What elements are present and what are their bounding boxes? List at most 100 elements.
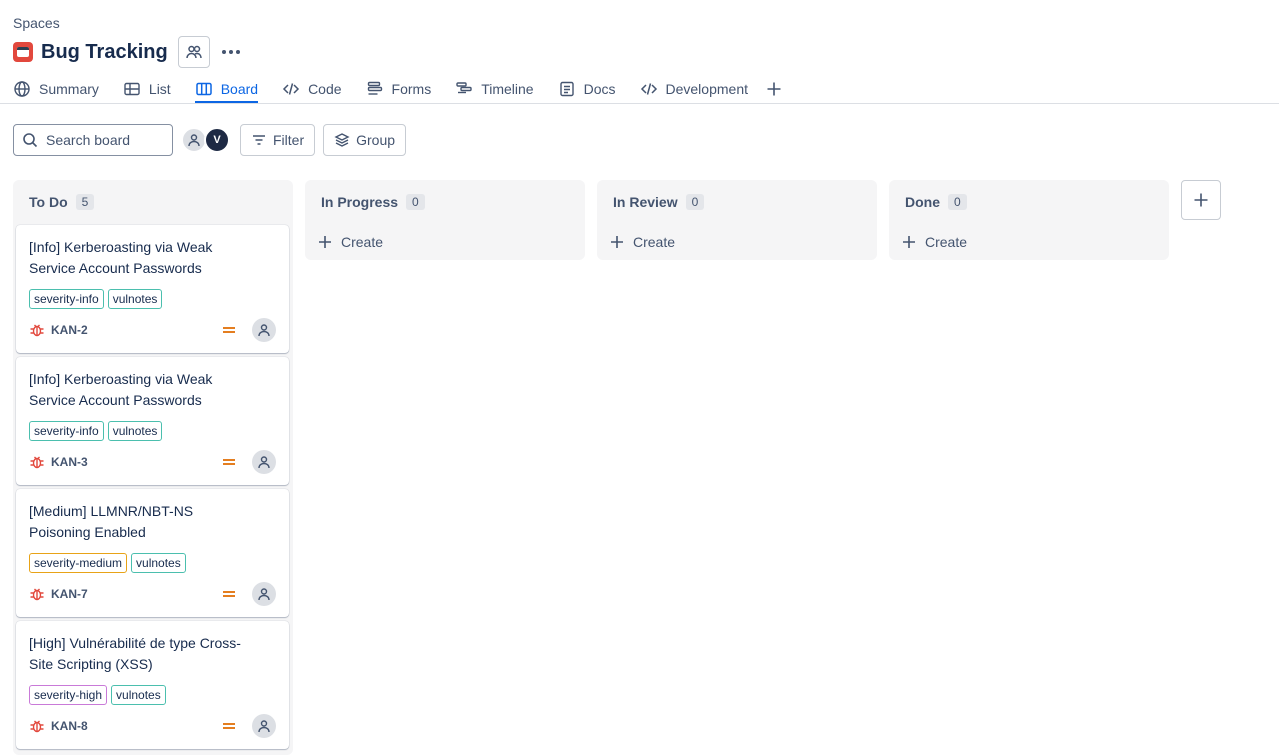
create-issue-button[interactable]: Create bbox=[597, 224, 877, 260]
search-input[interactable] bbox=[46, 132, 166, 148]
project-tabs: Summary List Board Code Forms Timeline D… bbox=[13, 74, 782, 103]
team-button[interactable] bbox=[177, 36, 210, 68]
project-calendar-icon bbox=[13, 42, 33, 62]
column-count: 0 bbox=[948, 194, 967, 210]
issue-footer: KAN-8 bbox=[29, 714, 276, 738]
issue-labels: severity-medium vulnotes bbox=[29, 553, 276, 573]
search-box[interactable] bbox=[13, 124, 173, 156]
column-done: Done 0 Create bbox=[889, 180, 1169, 260]
issue-labels: severity-info vulnotes bbox=[29, 289, 276, 309]
list-table-icon bbox=[124, 82, 140, 95]
assignee-avatar[interactable] bbox=[252, 714, 276, 738]
tab-list[interactable]: List bbox=[123, 74, 171, 103]
tab-docs[interactable]: Docs bbox=[558, 74, 616, 103]
plus-icon bbox=[767, 82, 781, 95]
label-tag: severity-info bbox=[29, 289, 104, 309]
tab-code[interactable]: Code bbox=[282, 74, 342, 103]
layers-icon bbox=[334, 133, 350, 147]
tab-label: Code bbox=[308, 80, 342, 97]
tab-label: Summary bbox=[39, 80, 99, 97]
plus-icon bbox=[1194, 193, 1208, 207]
globe-icon bbox=[14, 80, 30, 97]
issue-card[interactable]: [Info] Kerberoasting via Weak Service Ac… bbox=[16, 225, 289, 353]
create-label: Create bbox=[341, 234, 384, 250]
assignee-avatar[interactable] bbox=[252, 582, 276, 606]
page-title: Bug Tracking bbox=[41, 40, 168, 63]
issue-key[interactable]: KAN-3 bbox=[51, 455, 88, 469]
column-count: 5 bbox=[75, 194, 95, 210]
column-todo: To Do 5 [Info] Kerberoasting via Weak Se… bbox=[13, 180, 293, 755]
avatar-user[interactable]: V bbox=[204, 127, 230, 153]
label-tag: vulnotes bbox=[131, 553, 186, 573]
create-issue-button[interactable]: Create bbox=[889, 224, 1169, 260]
label-tag: severity-high bbox=[29, 685, 108, 705]
plus-icon bbox=[319, 236, 331, 248]
docs-icon bbox=[559, 81, 574, 96]
tab-forms[interactable]: Forms bbox=[366, 74, 432, 103]
column-title: Done bbox=[905, 194, 940, 210]
tab-label: Docs bbox=[583, 80, 616, 97]
title-row: Bug Tracking bbox=[13, 36, 246, 68]
label-tag: severity-medium bbox=[29, 553, 128, 573]
group-button[interactable]: Group bbox=[323, 124, 407, 156]
create-label: Create bbox=[925, 234, 968, 250]
bug-icon bbox=[30, 588, 44, 601]
priority-medium-icon bbox=[222, 457, 236, 467]
tab-label: Forms bbox=[391, 80, 432, 97]
plus-icon bbox=[903, 236, 915, 248]
filter-button[interactable]: Filter bbox=[240, 124, 316, 156]
assignee-avatar[interactable] bbox=[252, 318, 276, 342]
issue-card[interactable]: [Medium] LLMNR/NBT-NS Poisoning Enabled … bbox=[16, 489, 289, 617]
add-tab-button[interactable] bbox=[766, 74, 782, 103]
issue-labels: severity-info vulnotes bbox=[29, 421, 276, 441]
person-icon bbox=[258, 720, 270, 733]
column-count: 0 bbox=[406, 194, 425, 210]
priority-medium-icon bbox=[222, 589, 236, 599]
issue-labels: severity-high vulnotes bbox=[29, 685, 276, 705]
add-column-button[interactable] bbox=[1181, 180, 1221, 220]
issue-key[interactable]: KAN-2 bbox=[51, 323, 88, 337]
priority-medium-icon bbox=[222, 325, 236, 335]
tab-board[interactable]: Board bbox=[194, 74, 259, 103]
column-title: In Progress bbox=[321, 194, 399, 210]
board-toolbar: V Filter Group bbox=[13, 124, 407, 156]
tab-label: Development bbox=[665, 80, 749, 97]
person-icon bbox=[258, 324, 270, 337]
column-count: 0 bbox=[685, 194, 705, 210]
label-tag: vulnotes bbox=[107, 421, 163, 441]
issue-title: [Medium] LLMNR/NBT-NS Poisoning Enabled bbox=[29, 503, 194, 540]
column-header[interactable]: In Review 0 bbox=[597, 180, 877, 224]
column-in-progress: In Progress 0 Create bbox=[305, 180, 585, 260]
priority-medium-icon bbox=[222, 721, 236, 731]
tab-timeline[interactable]: Timeline bbox=[455, 74, 534, 103]
development-icon bbox=[640, 82, 657, 95]
issue-card[interactable]: [High] Vulnérabilité de type Cross-Site … bbox=[16, 621, 289, 749]
tab-label: Timeline bbox=[481, 80, 534, 97]
tab-label: List bbox=[148, 80, 171, 97]
tabs-divider bbox=[0, 103, 1279, 104]
assignee-avatar[interactable] bbox=[252, 450, 276, 474]
bug-icon bbox=[30, 720, 44, 733]
group-label: Group bbox=[356, 132, 396, 148]
column-in-review: In Review 0 Create bbox=[597, 180, 877, 260]
tab-development[interactable]: Development bbox=[640, 74, 749, 103]
create-label: Create bbox=[633, 234, 676, 250]
tab-label: Board bbox=[220, 80, 259, 97]
more-actions-button[interactable] bbox=[216, 37, 246, 67]
issue-key[interactable]: KAN-7 bbox=[51, 587, 88, 601]
issue-footer: KAN-3 bbox=[29, 450, 276, 474]
column-title: In Review bbox=[613, 194, 678, 210]
person-icon bbox=[258, 456, 270, 469]
person-icon bbox=[188, 134, 200, 147]
create-issue-button[interactable]: Create bbox=[305, 224, 585, 260]
tab-summary[interactable]: Summary bbox=[13, 74, 99, 103]
issue-title: [Info] Kerberoasting via Weak Service Ac… bbox=[29, 239, 213, 276]
issue-key[interactable]: KAN-8 bbox=[51, 719, 88, 733]
breadcrumb[interactable]: Spaces bbox=[13, 15, 60, 31]
column-header[interactable]: In Progress 0 bbox=[305, 180, 585, 224]
column-header[interactable]: To Do 5 bbox=[13, 180, 293, 224]
bug-icon bbox=[30, 324, 44, 337]
column-header[interactable]: Done 0 bbox=[889, 180, 1169, 224]
issue-card[interactable]: [Info] Kerberoasting via Weak Service Ac… bbox=[16, 357, 289, 485]
forms-icon bbox=[367, 81, 382, 95]
